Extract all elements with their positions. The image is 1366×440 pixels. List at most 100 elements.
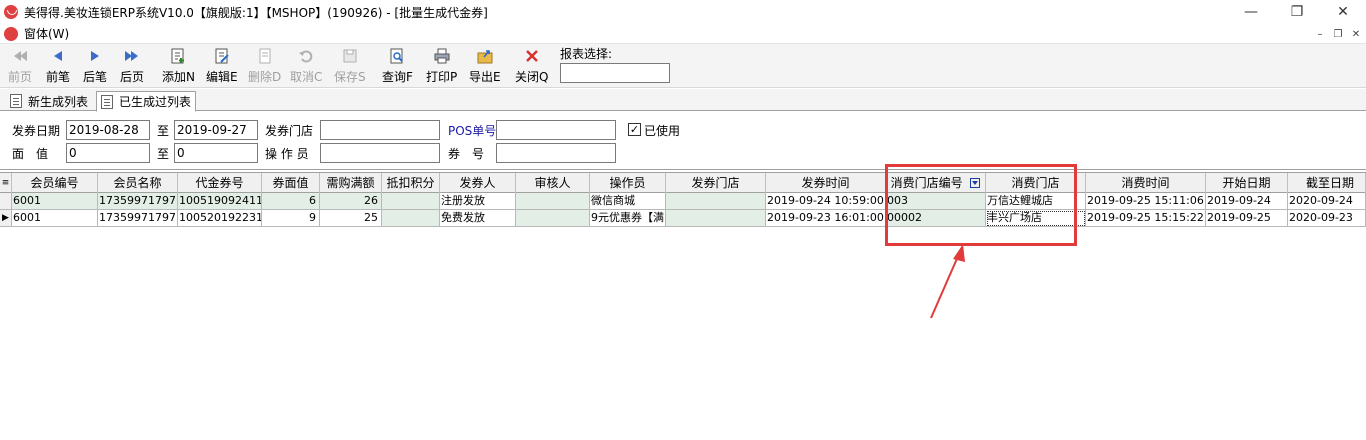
print-icon — [432, 46, 452, 66]
col-coupon-no[interactable]: 代金券号 — [178, 173, 262, 193]
cell-reviewer[interactable] — [516, 193, 590, 210]
close-button[interactable]: 关闭Q — [515, 46, 548, 86]
cell-issuer[interactable]: 免费发放 — [440, 210, 516, 227]
cell-points[interactable] — [382, 193, 440, 210]
col-end-date[interactable]: 截至日期 — [1288, 173, 1366, 193]
col-consume-time[interactable]: 消费时间 — [1086, 173, 1206, 193]
mdi-close-button[interactable]: ✕ — [1348, 26, 1364, 42]
cell-reviewer[interactable] — [516, 210, 590, 227]
next-record-button[interactable]: 后笔 — [83, 46, 107, 86]
tab-strip: 新生成列表 已生成过列表 — [0, 89, 1366, 112]
cell-points[interactable] — [382, 210, 440, 227]
col-min-purchase[interactable]: 需购满额 — [320, 173, 382, 193]
maximize-button[interactable]: ❐ — [1274, 0, 1320, 24]
face-value-from-input[interactable]: 0 — [66, 143, 150, 163]
face-value-to-label: 至 — [157, 147, 170, 161]
issue-date-to-input[interactable]: 2019-09-27 — [174, 120, 258, 140]
cell-issue-time[interactable]: 2019-09-24 10:59:00 — [766, 193, 886, 210]
col-points[interactable]: 抵扣积分 — [382, 173, 440, 193]
cell-operator[interactable]: 9元优惠券【满 — [590, 210, 666, 227]
table-row[interactable]: ▶ 6001 17359971797 10052019223162 9 25 免… — [0, 210, 1366, 227]
add-button[interactable]: 添加N — [162, 46, 195, 86]
col-operator[interactable]: 操作员 — [590, 173, 666, 193]
cell-face-value[interactable]: 6 — [262, 193, 320, 210]
table-row[interactable]: 6001 17359971797 10051909241100 6 26 注册发… — [0, 193, 1366, 210]
minimize-button[interactable]: — — [1228, 0, 1274, 24]
col-start-date[interactable]: 开始日期 — [1206, 173, 1288, 193]
cell-consume-time[interactable]: 2019-09-25 15:11:06 — [1086, 193, 1206, 210]
delete-button[interactable]: 删除D — [248, 46, 281, 86]
prev-record-button[interactable]: 前笔 — [46, 46, 70, 86]
header-corner[interactable]: ≡ — [0, 173, 12, 193]
app-logo-icon — [4, 5, 18, 19]
cell-coupon-no[interactable]: 10052019223162 — [178, 210, 262, 227]
used-checkbox[interactable]: ✓ — [628, 123, 641, 136]
highlight-box — [885, 164, 1077, 246]
cell-start-date[interactable]: 2019-09-24 — [1206, 193, 1288, 210]
face-value-to-input[interactable]: 0 — [174, 143, 258, 163]
col-member-no[interactable]: 会员编号 — [12, 173, 98, 193]
export-button[interactable]: 导出E — [469, 46, 501, 86]
last-icon — [122, 46, 142, 66]
cell-member-no[interactable]: 6001 — [12, 210, 98, 227]
tab-generated-list[interactable]: 已生成过列表 — [96, 91, 197, 112]
mdi-minimize-button[interactable]: – — [1312, 26, 1328, 42]
cell-member-name[interactable]: 17359971797 — [98, 210, 178, 227]
report-select-input[interactable] — [560, 63, 670, 83]
coupon-no-input[interactable] — [496, 143, 616, 163]
coupon-no-label: 券 号 — [448, 147, 485, 161]
menu-bar: 窗体(W) – ❐ ✕ — [0, 24, 1366, 44]
undo-icon — [296, 46, 316, 66]
cell-issue-time[interactable]: 2019-09-23 16:01:00 — [766, 210, 886, 227]
print-button[interactable]: 打印P — [426, 46, 457, 86]
toolbar: 前页 前笔 后笔 后页 添加N 编辑E 删除D 取消C 保存S 查询F 打印P — [0, 44, 1366, 88]
cell-issuer[interactable]: 注册发放 — [440, 193, 516, 210]
col-issue-store[interactable]: 发券门店 — [666, 173, 766, 193]
issue-date-from-input[interactable]: 2019-08-28 — [66, 120, 150, 140]
cancel-button[interactable]: 取消C — [290, 46, 322, 86]
delete-icon — [255, 46, 275, 66]
cell-member-no[interactable]: 6001 — [12, 193, 98, 210]
document-icon — [101, 94, 113, 109]
save-button[interactable]: 保存S — [334, 46, 366, 86]
pos-no-label: POS单号 — [448, 124, 497, 138]
pos-no-input[interactable] — [496, 120, 616, 140]
cell-operator[interactable]: 微信商城 — [590, 193, 666, 210]
last-page-button[interactable]: 后页 — [120, 46, 144, 86]
cell-min-purchase[interactable]: 25 — [320, 210, 382, 227]
next-icon — [85, 46, 105, 66]
current-row-icon[interactable]: ▶ — [0, 210, 12, 227]
col-issue-time[interactable]: 发券时间 — [766, 173, 886, 193]
window-menu[interactable]: 窗体(W) — [24, 25, 69, 42]
mdi-restore-button[interactable]: ❐ — [1330, 26, 1346, 42]
col-issuer[interactable]: 发券人 — [440, 173, 516, 193]
coupon-grid: ≡ 会员编号 会员名称 代金券号 券面值 需购满额 抵扣积分 发券人 审核人 操… — [0, 172, 1366, 440]
cell-end-date[interactable]: 2020-09-23 — [1288, 210, 1366, 227]
col-reviewer[interactable]: 审核人 — [516, 173, 590, 193]
cell-start-date[interactable]: 2019-09-25 — [1206, 210, 1288, 227]
cell-member-name[interactable]: 17359971797 — [98, 193, 178, 210]
cell-end-date[interactable]: 2020-09-24 — [1288, 193, 1366, 210]
col-member-name[interactable]: 会员名称 — [98, 173, 178, 193]
used-label: 已使用 — [644, 124, 681, 138]
tab-new-generated-list[interactable]: 新生成列表 — [6, 91, 92, 111]
row-indicator[interactable] — [0, 193, 12, 210]
cell-min-purchase[interactable]: 26 — [320, 193, 382, 210]
edit-button[interactable]: 编辑E — [206, 46, 238, 86]
title-bar: 美得得.美妆连锁ERP系统V10.0【旗舰版:1】【MSHOP】(190926)… — [0, 0, 1366, 24]
cell-issue-store[interactable] — [666, 193, 766, 210]
mdi-controls: – ❐ ✕ — [1312, 26, 1364, 42]
cell-coupon-no[interactable]: 10051909241100 — [178, 193, 262, 210]
first-page-button[interactable]: 前页 — [8, 46, 32, 86]
cell-consume-time[interactable]: 2019-09-25 15:15:22 — [1086, 210, 1206, 227]
issue-store-input[interactable] — [320, 120, 440, 140]
add-icon — [168, 46, 188, 66]
report-select-label: 报表选择: — [560, 47, 613, 61]
cell-issue-store[interactable] — [666, 210, 766, 227]
close-window-button[interactable]: ✕ — [1320, 0, 1366, 24]
close-icon — [522, 46, 542, 66]
query-button[interactable]: 查询F — [382, 46, 413, 86]
operator-input[interactable] — [320, 143, 440, 163]
cell-face-value[interactable]: 9 — [262, 210, 320, 227]
col-face-value[interactable]: 券面值 — [262, 173, 320, 193]
